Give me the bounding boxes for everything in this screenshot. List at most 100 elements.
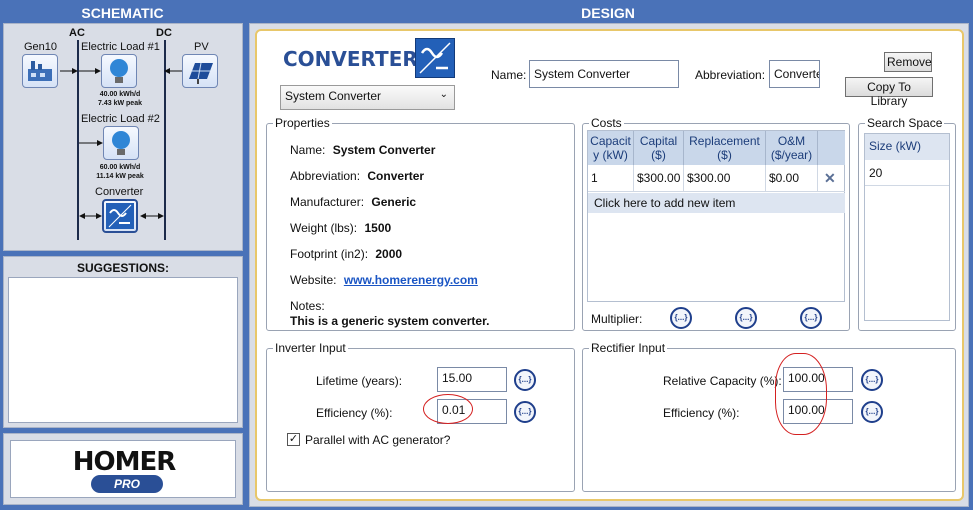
lifetime-input[interactable]: 15.00 [437,367,507,392]
inverter-title: Inverter Input [273,341,348,355]
col-size[interactable]: Size (kW) [865,134,949,160]
prop-abbr-label: Abbreviation: [290,169,361,183]
annotation-circle [423,394,473,424]
inverter-efficiency-sensitivity-button[interactable]: {...} [514,401,536,423]
electric-load-2-component[interactable] [103,126,139,160]
gen-label: Gen10 [24,41,58,53]
inverter-group: Inverter Input Lifetime (years): 15.00 {… [266,341,575,492]
inverter-efficiency-label: Efficiency (%): [316,406,393,420]
converter-icon [106,203,134,229]
search-space-value[interactable]: 20 [865,160,949,186]
prop-weight-label: Weight (lbs): [290,221,358,235]
relative-capacity-label: Relative Capacity (%): [663,374,782,388]
abbreviation-label: Abbreviation: [695,68,766,82]
converter-ac-connector [79,213,102,219]
schematic-panel: AC DC Gen10 Electric Load #1 40.00 kWh/d… [3,23,243,251]
rectifier-efficiency-label: Efficiency (%): [663,406,740,420]
load1-kwh: 40.00 kWh/d [99,91,141,98]
electric-load-1-component[interactable] [101,54,137,88]
capital-multiplier-button[interactable]: {...} [670,307,692,329]
converter-title: CONVERTER [283,47,418,71]
annotation-circle [775,353,827,435]
search-space-table: Size (kW) 20 [864,133,950,321]
pv-component[interactable] [182,54,218,88]
prop-abbr-value: Converter [367,169,425,183]
generator-component[interactable] [22,54,58,88]
add-item-row[interactable]: Click here to add new item [588,193,845,213]
om-multiplier-button[interactable]: {...} [800,307,822,329]
converter-select[interactable]: System Converter ⌄ [280,85,455,110]
converter-label: Converter [95,186,144,198]
col-om[interactable]: O&M ($/year) [766,131,818,165]
name-input[interactable]: System Converter [529,60,679,88]
suggestions-panel: SUGGESTIONS: [3,256,243,428]
design-panel: CONVERTER Name: System Converter Abbrevi… [249,23,969,507]
parallel-label: Parallel with AC generator? [305,433,451,447]
lifetime-sensitivity-button[interactable]: {...} [514,369,536,391]
search-space-title: Search Space [865,116,945,130]
copy-to-library-button[interactable]: Copy To Library [845,77,933,108]
logo-panel: HOMER PRO [3,433,243,505]
search-space-group: Search Space Size (kW) 20 [858,116,956,331]
properties-group: Properties Name: System Converter Abbrev… [266,116,575,331]
prop-footprint-label: Footprint (in2): [290,247,369,261]
website-link[interactable]: www.homerenergy.com [344,273,478,287]
load2-connector [79,140,103,146]
load1-peak: 7.43 kW peak [98,100,142,107]
prop-notes-value: This is a generic system converter. [290,314,490,328]
delete-row-icon[interactable]: ✕ [824,170,836,187]
load1-label: Electric Load #1 [81,41,160,53]
design-header: DESIGN [581,5,635,21]
table-row[interactable]: 1 $300.00 $300.00 $0.00 ✕ [588,165,845,192]
prop-weight-value: 1500 [364,221,392,235]
cell-om[interactable]: $0.00 [766,165,818,191]
name-label: Name: [491,68,527,82]
costs-title: Costs [589,116,624,130]
prop-name-label: Name: [290,143,326,157]
converter-icon [419,42,451,74]
schematic-header: SCHEMATIC [81,5,164,21]
rectifier-title: Rectifier Input [589,341,668,355]
converter-editor: CONVERTER Name: System Converter Abbrevi… [255,29,964,501]
lightbulb-icon [112,131,130,155]
logo-text: HOMER [72,447,177,477]
converter-dc-connector [140,213,164,219]
col-delete [818,131,845,165]
load2-kwh: 60.00 kWh/d [99,164,141,171]
replacement-multiplier-button[interactable]: {...} [735,307,757,329]
parallel-checkbox[interactable]: ✓ [287,433,300,446]
prop-notes-label: Notes: [290,299,325,313]
multiplier-label: Multiplier: [591,312,643,326]
cell-capacity[interactable]: 1 [588,165,634,191]
dc-bus-label: DC [156,27,172,39]
lightbulb-icon [110,59,128,83]
load2-label: Electric Load #2 [81,113,160,125]
relative-capacity-sensitivity-button[interactable]: {...} [861,369,883,391]
prop-manufacturer-label: Manufacturer: [290,195,365,209]
cell-replacement[interactable]: $300.00 [684,165,766,191]
remove-button[interactable]: Remove [884,52,932,72]
load1-connector [79,68,101,74]
col-replacement[interactable]: Replacement ($) [684,131,766,165]
col-capital[interactable]: Capital ($) [634,131,684,165]
rectifier-efficiency-sensitivity-button[interactable]: {...} [861,401,883,423]
prop-website-label: Website: [290,273,337,287]
solar-panel-icon [189,62,213,84]
ac-bus-label: AC [69,27,85,39]
abbreviation-input[interactable]: Converte [769,60,820,88]
gen-connector [60,68,78,74]
factory-icon [28,61,52,81]
costs-table: Capacit y (kW) Capital ($) Replacement (… [587,130,845,302]
cell-capital[interactable]: $300.00 [634,165,684,191]
chevron-down-icon: ⌄ [439,89,448,100]
rectifier-group: Rectifier Input Relative Capacity (%): 1… [582,341,956,492]
costs-group: Costs Capacit y (kW) Capital ($) Replace… [582,116,850,331]
converter-component[interactable] [102,199,138,233]
properties-title: Properties [273,116,332,130]
pv-label: PV [194,41,209,53]
col-capacity[interactable]: Capacit y (kW) [588,131,634,165]
converter-large-icon [415,38,455,78]
suggestions-title: SUGGESTIONS: [76,261,169,275]
prop-footprint-value: 2000 [375,247,403,261]
prop-manufacturer-value: Generic [371,195,417,209]
